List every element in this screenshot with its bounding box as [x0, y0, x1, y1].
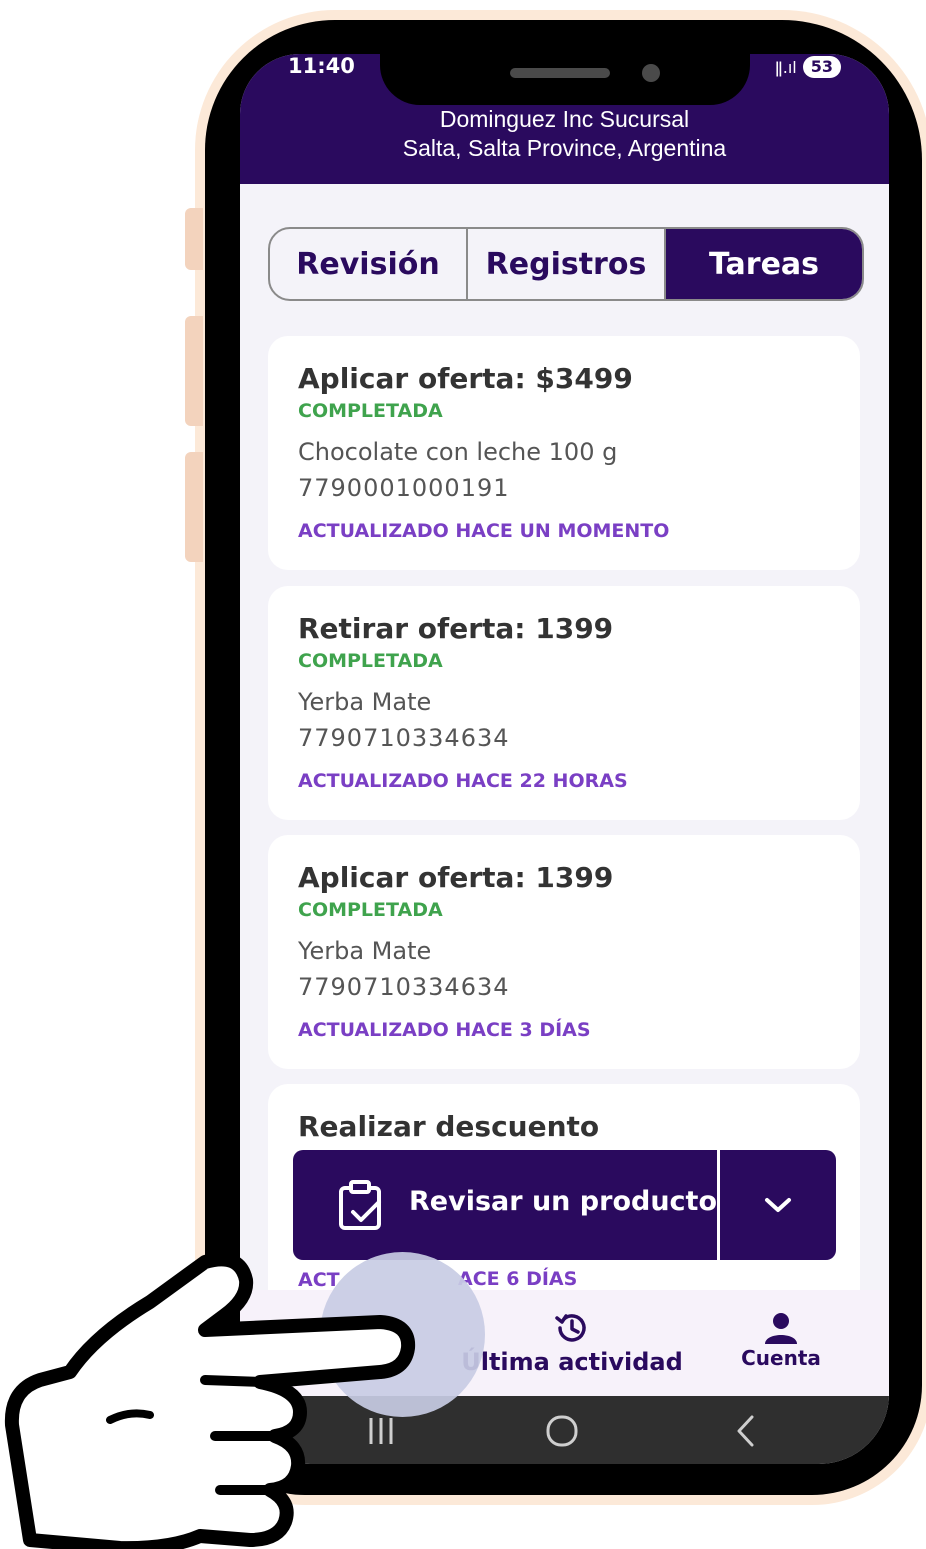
nav-label: Cuenta: [741, 1346, 821, 1370]
home-circle-icon[interactable]: [545, 1414, 579, 1448]
task-card[interactable]: Aplicar oferta: 1399 COMPLETADA Yerba Ma…: [268, 835, 860, 1069]
tab-registros[interactable]: Registros: [468, 229, 666, 299]
front-camera: [642, 64, 660, 82]
task-title: Realizar descuento: [298, 1110, 600, 1143]
task-updated: ACTUALIZADO HACE 22 HORAS: [298, 770, 628, 792]
clipboard-check-icon: [339, 1180, 381, 1230]
task-updated-tail: ACE 6 DÍAS: [458, 1268, 578, 1290]
battery-icon: 53: [802, 56, 841, 78]
task-status: COMPLETADA: [298, 400, 443, 422]
task-updated: ACTUALIZADO HACE UN MOMENTO: [298, 520, 670, 542]
task-updated: ACTUALIZADO HACE 3 DÍAS: [298, 1019, 591, 1041]
back-chevron-icon[interactable]: [734, 1414, 758, 1448]
task-card[interactable]: Aplicar oferta: $3499 COMPLETADA Chocola…: [268, 336, 860, 570]
store-name: Dominguez Inc Sucursal: [439, 106, 690, 132]
phone-side-button: [185, 208, 203, 270]
app-header: 11:40 ǁ.ıl 53 Dominguez Inc Sucursal Sal…: [240, 54, 889, 184]
chevron-down-icon: [765, 1198, 791, 1212]
nav-ultima-actividad[interactable]: Última actividad: [452, 1308, 692, 1376]
status-icons: ǁ.ıl 53: [775, 56, 841, 78]
tab-revision[interactable]: Revisión: [270, 229, 468, 299]
speaker-slot: [510, 68, 610, 78]
product-name: Yerba Mate: [298, 937, 432, 965]
task-title: Aplicar oferta: $3499: [298, 362, 633, 395]
product-barcode: 7790710334634: [298, 973, 510, 1001]
product-name: Yerba Mate: [298, 688, 432, 716]
history-icon: [555, 1314, 586, 1342]
nav-cuenta[interactable]: Cuenta: [726, 1310, 836, 1370]
phone-side-button: [185, 316, 203, 426]
review-product-label: Revisar un producto: [409, 1186, 718, 1217]
camera-notch: [380, 54, 750, 105]
product-name: Chocolate con leche 100 g: [298, 438, 618, 466]
task-title: Aplicar oferta: 1399: [298, 861, 614, 894]
tab-tareas[interactable]: Tareas: [666, 229, 862, 299]
nav-label: Última actividad: [461, 1348, 683, 1376]
task-status: COMPLETADA: [298, 650, 443, 672]
task-status: COMPLETADA: [298, 899, 443, 921]
signal-icon: ǁ.ıl: [774, 57, 797, 77]
status-time: 11:40: [288, 54, 355, 78]
pointing-hand-icon: [4, 1252, 416, 1549]
task-title: Retirar oferta: 1399: [298, 612, 614, 645]
review-options-dropdown[interactable]: [720, 1150, 836, 1260]
segmented-tabs: Revisión Registros Tareas: [268, 227, 864, 301]
product-barcode: 7790001000191: [298, 474, 510, 502]
product-barcode: 7790710334634: [298, 724, 510, 752]
person-icon: [765, 1313, 797, 1344]
task-card[interactable]: Retirar oferta: 1399 COMPLETADA Yerba Ma…: [268, 586, 860, 820]
phone-side-button: [185, 452, 203, 562]
store-location: Salta, Salta Province, Argentina: [402, 135, 727, 161]
